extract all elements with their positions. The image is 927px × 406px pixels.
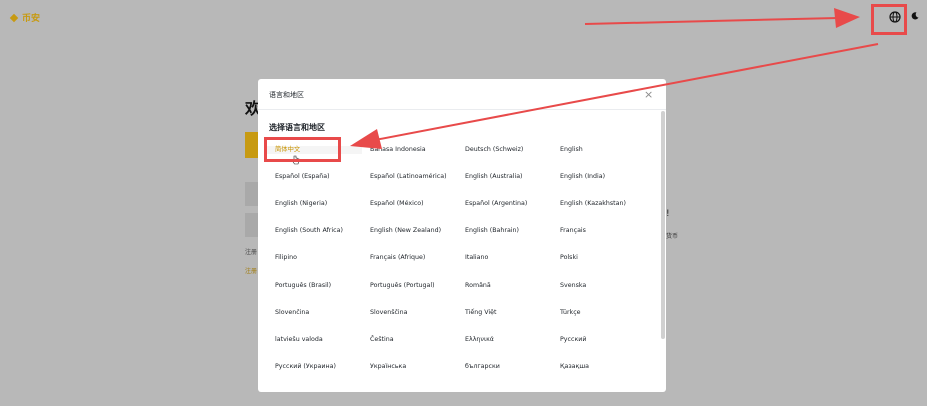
annotation-arrows: [350, 8, 879, 149]
